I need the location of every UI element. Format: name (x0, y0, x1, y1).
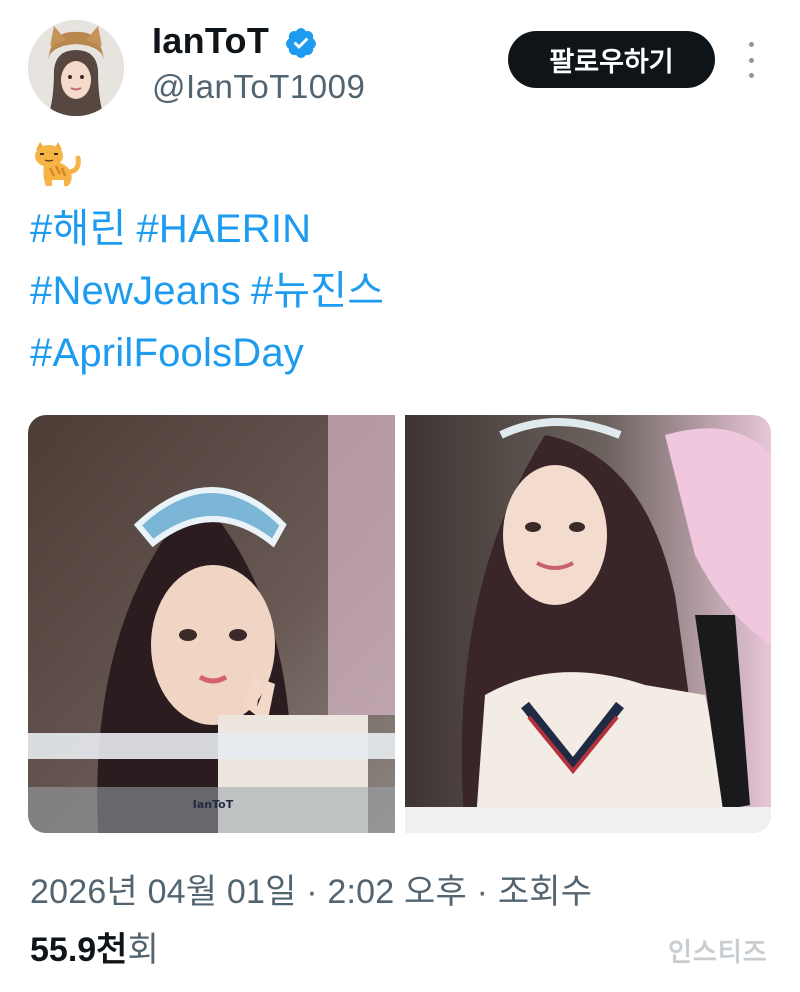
media-grid: IanToT (28, 415, 771, 833)
view-count-value: 55.9천 (30, 931, 128, 969)
hashtag-link[interactable]: #해린 (30, 207, 126, 251)
view-count-label: 회 (127, 931, 159, 969)
photo-watermark: IanToT (193, 798, 234, 811)
hashtag-line: #AprilFoolsDay (30, 322, 394, 384)
post-text: #해린 #HAERIN #NewJeans #뉴진스 #AprilFoolsDay (30, 198, 394, 384)
author-display-name[interactable]: IanToT (152, 20, 269, 62)
verified-badge-icon (286, 28, 316, 58)
avatar-image (28, 20, 124, 116)
hashtag-link[interactable]: #뉴진스 (251, 269, 384, 313)
site-watermark: 인스티즈 (668, 937, 768, 967)
photo-left[interactable]: IanToT (28, 415, 395, 833)
profile-avatar[interactable] (28, 20, 124, 116)
author-handle[interactable]: @IanToT1009 (152, 68, 365, 106)
post-header: IanToT @IanToT1009 팔로우하기 (0, 0, 800, 130)
cat-emoji (35, 142, 81, 186)
photo-left-image: IanToT (28, 415, 395, 833)
photo-right-image (405, 415, 771, 833)
more-dot (748, 57, 754, 63)
photo-right[interactable] (405, 415, 771, 833)
more-options-icon[interactable] (744, 42, 758, 78)
hashtag-link[interactable]: #NewJeans (30, 269, 241, 313)
hashtag-link[interactable]: #AprilFoolsDay (30, 331, 304, 375)
hashtag-line: #해린 #HAERIN (30, 198, 394, 260)
follow-button[interactable]: 팔로우하기 (508, 31, 715, 88)
hashtag-link[interactable]: #HAERIN (136, 207, 311, 251)
more-dot (748, 73, 754, 78)
post-timestamp[interactable]: 2026년 04월 01일 · 2:02 오후 · 조회수 (30, 864, 592, 913)
hashtag-line: #NewJeans #뉴진스 (30, 260, 394, 322)
view-count: 55.9천회 (30, 922, 159, 971)
more-dot (748, 42, 754, 47)
